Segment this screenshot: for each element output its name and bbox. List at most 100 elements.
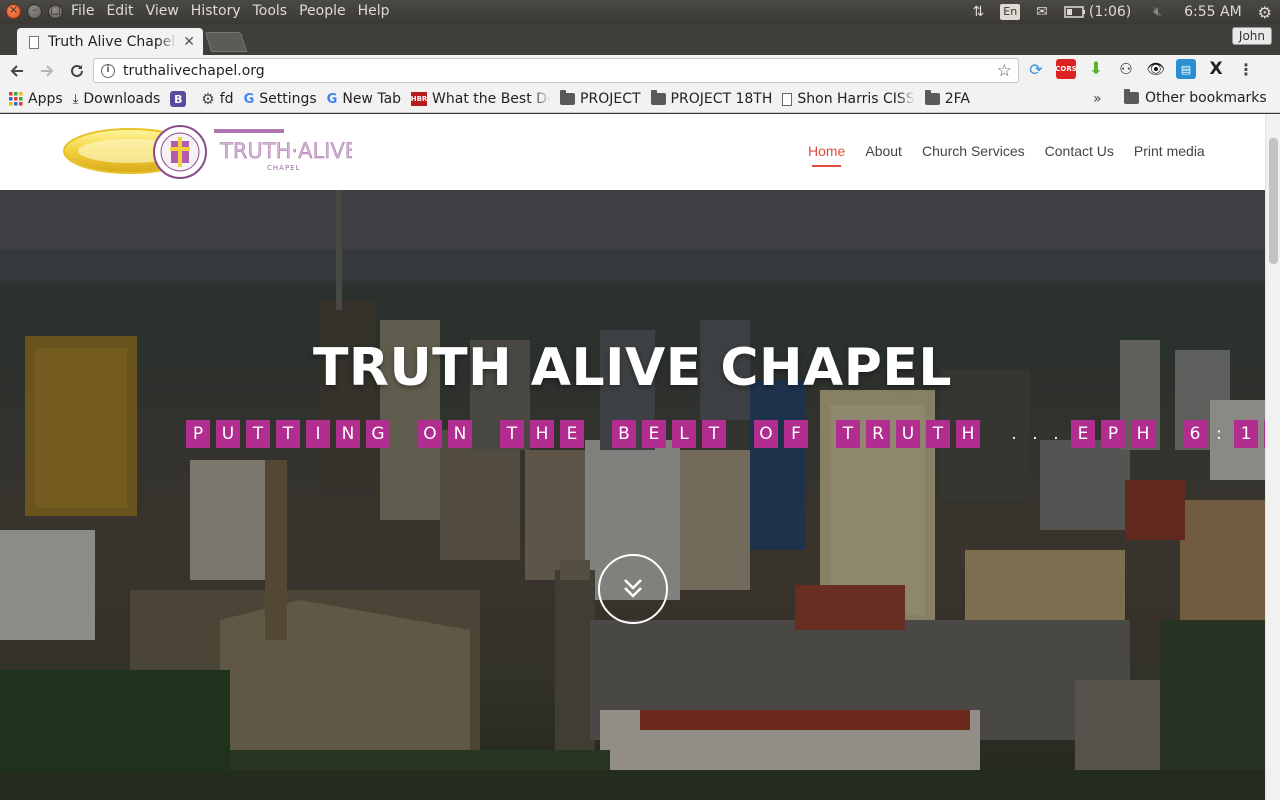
reload-button[interactable]: [64, 58, 90, 84]
bookmark-label: 2FA: [944, 91, 970, 107]
browser-toolbar: i truthalivechapel.org ☆ ⟳ CORS ⬇ ⚇ 👁︎ ▤…: [0, 55, 1280, 86]
subtitle-letter-tile: U: [216, 420, 240, 448]
subtitle-letter-tile: F: [784, 420, 808, 448]
page-icon: [29, 35, 39, 49]
menu-edit[interactable]: Edit: [106, 3, 145, 19]
subtitle-punctuation: .: [1053, 424, 1059, 444]
subtitle-letter-tile: E: [642, 420, 666, 448]
menu-people[interactable]: People: [299, 3, 358, 19]
menu-view[interactable]: View: [146, 3, 191, 19]
new-tab-button[interactable]: [204, 32, 248, 52]
battery-time: (1:06): [1088, 4, 1132, 20]
subtitle-letter-tile: U: [896, 420, 920, 448]
window-minimize-button[interactable]: –: [27, 3, 42, 19]
subtitle-punctuation: .: [1011, 424, 1017, 444]
subtitle-punctuation: .: [1032, 424, 1038, 444]
nav-print-media[interactable]: Print media: [1134, 143, 1205, 167]
network-extension-icon[interactable]: ⚇: [1116, 59, 1136, 79]
nav-church-services[interactable]: Church Services: [922, 143, 1025, 167]
window-close-button[interactable]: ×: [6, 3, 21, 19]
bookmark-label: Apps: [28, 91, 63, 107]
bookmark-apps[interactable]: Apps: [9, 91, 63, 107]
hero-section: TRUTH ALIVE CHAPEL PUTTINGONTHEBELTOFTRU…: [0, 190, 1265, 800]
scroll-down-button[interactable]: [598, 554, 668, 624]
subtitle-letter-tile: E: [1071, 420, 1095, 448]
keyboard-language-indicator[interactable]: En: [1000, 4, 1021, 20]
page-scrollbar[interactable]: [1265, 114, 1280, 800]
bookmark-shon-harris[interactable]: Shon Harris CISS: [782, 91, 915, 107]
bookmark-b[interactable]: B: [170, 91, 191, 107]
cors-extension-icon[interactable]: CORS: [1055, 59, 1077, 79]
menu-history[interactable]: History: [191, 3, 253, 19]
bookmark-new-tab[interactable]: G New Tab: [327, 91, 401, 107]
forward-button[interactable]: [34, 58, 60, 84]
download-extension-icon[interactable]: ⬇: [1086, 59, 1106, 79]
sync-extension-icon[interactable]: ⟳: [1026, 59, 1046, 79]
scrollbar-thumb[interactable]: [1269, 138, 1278, 264]
folder-icon: [1124, 89, 1139, 104]
subtitle-letter-tile: O: [418, 420, 442, 448]
subtitle-letter-tile: E: [560, 420, 584, 448]
reload-icon: [71, 64, 83, 77]
window-maximize-button[interactable]: □: [48, 3, 63, 19]
bookmark-downloads[interactable]: ⤓ Downloads: [73, 91, 161, 107]
download-icon: ⤓: [72, 91, 79, 107]
tab-truth-alive-chapel[interactable]: Truth Alive Chapel - ✕: [17, 28, 203, 56]
settings-gear-icon[interactable]: ⚙: [1258, 2, 1272, 22]
folder-icon: [924, 90, 940, 105]
subtitle-letter-tile: T: [836, 420, 860, 448]
extension-icons: ⟳ CORS ⬇ ⚇ 👁︎ ▤ X ⋮: [1026, 59, 1256, 79]
menu-help[interactable]: Help: [358, 3, 402, 19]
folder-icon: [560, 90, 576, 105]
bookmark-fd[interactable]: ⚙ fd: [201, 90, 233, 108]
nav-contact-us[interactable]: Contact Us: [1045, 143, 1114, 167]
other-bookmarks-folder[interactable]: Other bookmarks: [1124, 89, 1267, 106]
app-menubar: File Edit View History Tools People Help: [71, 3, 402, 19]
subtitle-letter-tile: 6: [1183, 420, 1207, 448]
subtitle-letter-tile: P: [1101, 420, 1125, 448]
battery-indicator[interactable]: (1:06): [1064, 2, 1131, 22]
tab-title: Truth Alive Chapel -: [48, 34, 178, 50]
menu-tools[interactable]: Tools: [253, 3, 300, 19]
subtitle-letter-tile: T: [702, 420, 726, 448]
bookmark-folder-project[interactable]: PROJECT: [560, 90, 641, 107]
x-extension-icon[interactable]: X: [1206, 59, 1226, 79]
url-text[interactable]: truthalivechapel.org: [123, 63, 997, 79]
subtitle-letter-tile: R: [866, 420, 890, 448]
back-button[interactable]: [4, 58, 30, 84]
apps-grid-icon: [9, 92, 23, 106]
profile-button[interactable]: John: [1231, 27, 1272, 45]
eye-extension-icon[interactable]: 👁︎: [1146, 59, 1166, 79]
site-logo[interactable]: TRUTH·ALIVE CHAPEL: [62, 119, 352, 185]
volume-muted-icon[interactable]: 🔇︎: [1153, 2, 1162, 22]
subtitle-punctuation: :: [1216, 424, 1222, 444]
network-arrows-icon[interactable]: ⇅: [973, 2, 985, 22]
bookmark-folder-2fa[interactable]: 2FA: [924, 90, 970, 107]
bookmark-label: PROJECT: [580, 91, 641, 107]
google-icon: G: [326, 91, 338, 107]
subtitle-letter-tile: T: [276, 420, 300, 448]
menu-kebab-icon[interactable]: ⋮: [1236, 59, 1256, 79]
bookmark-label: Other bookmarks: [1145, 90, 1267, 106]
system-tray: ⇅ En ✉ (1:06) 🔇︎ 6:55 AM ⚙: [965, 2, 1280, 22]
subtitle-letter-tile: H: [956, 420, 980, 448]
mail-icon[interactable]: ✉: [1036, 2, 1048, 22]
bookmark-hbr[interactable]: HBR What the Best De: [411, 91, 550, 107]
page-viewport: TRUTH·ALIVE CHAPEL Home About Church Ser…: [0, 114, 1280, 800]
bookmark-folder-project-18th[interactable]: PROJECT 18TH: [650, 90, 772, 107]
tab-close-icon[interactable]: ✕: [183, 34, 195, 50]
menu-file[interactable]: File: [71, 3, 106, 19]
b-icon: B: [170, 91, 187, 107]
bookmark-star-icon[interactable]: ☆: [997, 61, 1012, 81]
subtitle-letter-tile: T: [500, 420, 524, 448]
address-bar[interactable]: i truthalivechapel.org ☆: [93, 58, 1019, 83]
subtitle-letter-tile: O: [754, 420, 778, 448]
info-icon[interactable]: i: [101, 63, 115, 78]
bookmark-settings[interactable]: G Settings: [244, 91, 317, 107]
subtitle-letter-tile: G: [366, 420, 390, 448]
book-extension-icon[interactable]: ▤: [1176, 59, 1196, 79]
bookmarks-overflow-button[interactable]: »: [1093, 91, 1102, 107]
nav-about[interactable]: About: [865, 143, 902, 167]
clock[interactable]: 6:55 AM: [1184, 2, 1242, 22]
nav-home[interactable]: Home: [808, 143, 845, 167]
